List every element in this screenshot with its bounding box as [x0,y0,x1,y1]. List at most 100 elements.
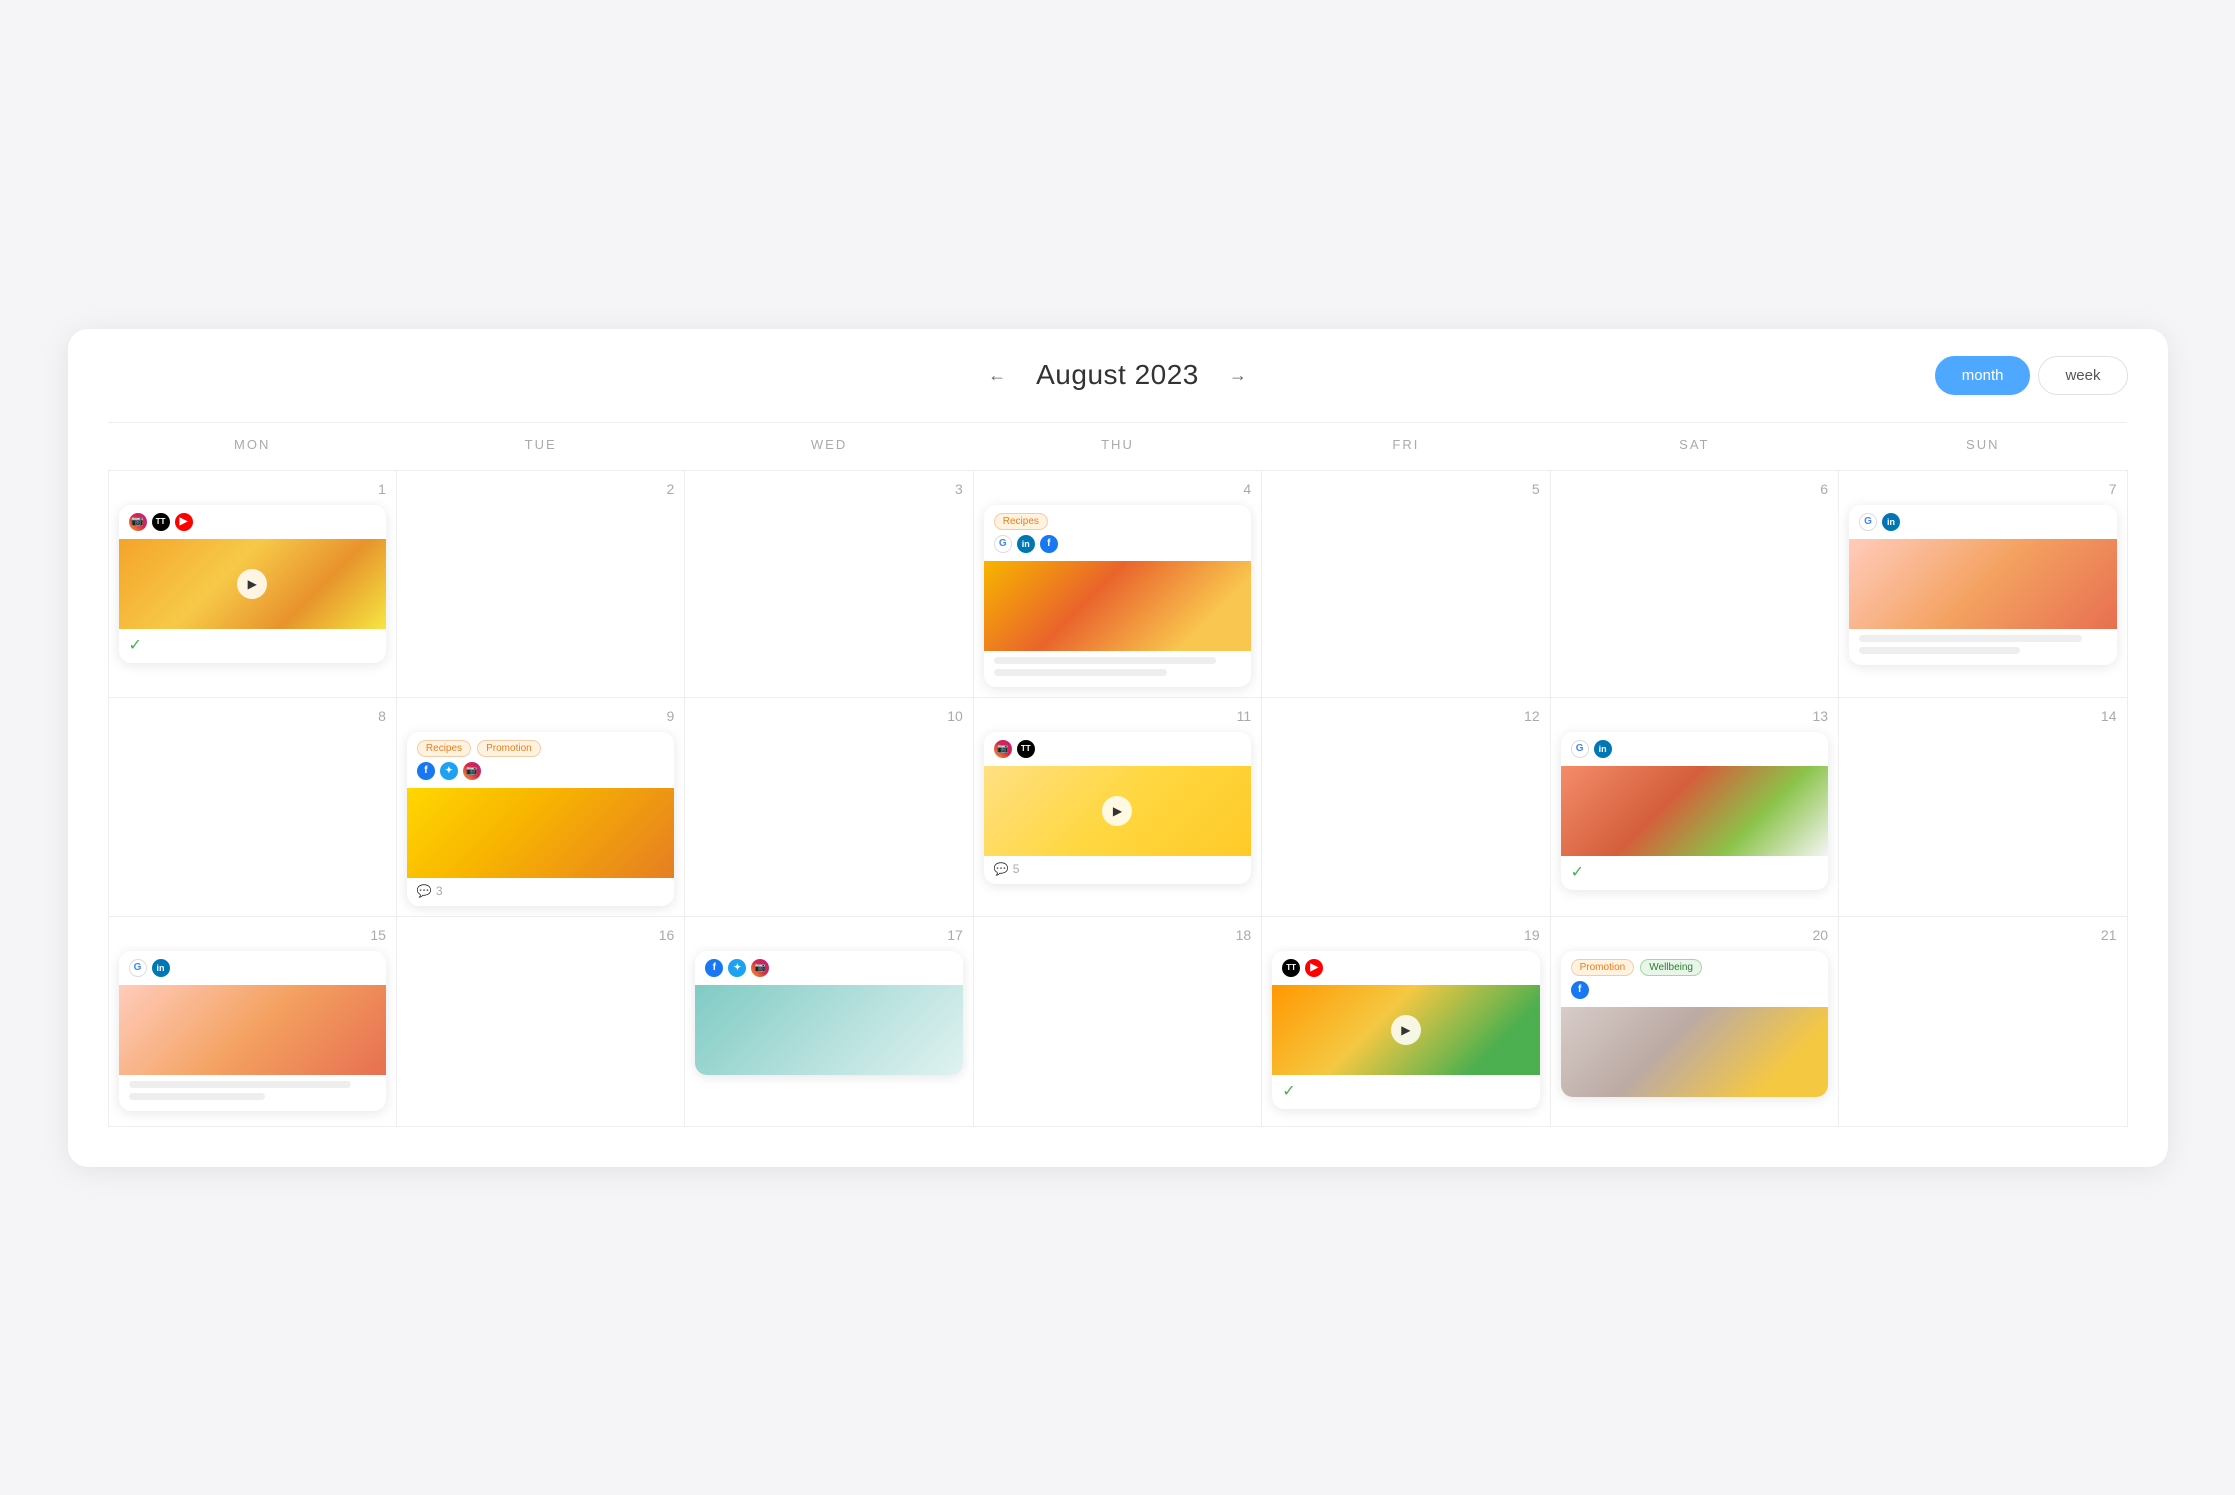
comment-icon-9: 💬 [417,884,432,898]
tiktok-icon: TT [152,513,170,531]
post-card-13[interactable]: G in ✓ [1561,732,1828,890]
post-image-13 [1561,766,1828,856]
post-card-4[interactable]: Recipes G in f [984,505,1251,687]
date-6: 6 [1561,481,1828,497]
day-header-sun: SUN [1839,422,2127,470]
date-1: 1 [119,481,386,497]
date-18: 18 [984,927,1251,943]
play-button-11[interactable]: ▶ [1102,796,1132,826]
post-image-wrapper-7 [1849,539,2116,629]
date-11: 11 [984,708,1251,724]
social-icons-13: G in [1571,740,1818,758]
tag-promotion-9: Promotion [477,740,541,757]
post-text-15 [119,1075,386,1111]
cell-aug11: 11 📷 TT ▶ 💬 [973,697,1261,916]
ig-icon-11: 📷 [994,740,1012,758]
post-image-wrapper-15 [119,985,386,1075]
social-icons-17: f ✦ 📷 [705,959,952,977]
cell-aug3: 3 [685,470,973,697]
li-icon-13: in [1594,740,1612,758]
post-card-15[interactable]: G in [119,951,386,1111]
social-icons-15: G in [129,959,376,977]
post-card-17[interactable]: f ✦ 📷 [695,951,962,1075]
post-card-7[interactable]: G in [1849,505,2116,665]
calendar-header: ← August 2023 → month week [108,359,2128,392]
post-image-20 [1561,1007,1828,1097]
month-view-button[interactable]: month [1935,356,2031,395]
tag-recipes-4: Recipes [994,513,1048,530]
post-image-wrapper-11: ▶ [984,766,1251,856]
cell-aug15: 15 G in [108,916,396,1126]
post-footer-9: 💬 3 [407,878,674,906]
post-card-11[interactable]: 📷 TT ▶ 💬 5 [984,732,1251,884]
comment-count-9: 3 [436,884,443,898]
fb-icon-20: f [1571,981,1589,999]
cell-aug10: 10 [685,697,973,916]
post-card-1[interactable]: 📷 TT ▶ ▶ ✓ [119,505,386,663]
tw-icon-9: ✦ [440,762,458,780]
date-13: 13 [1561,708,1828,724]
cell-aug4: 4 Recipes G in f [973,470,1261,697]
next-month-button[interactable]: → [1219,359,1257,392]
goog-icon-4: G [994,535,1012,553]
post-image-17 [695,985,962,1075]
post-card-9[interactable]: Recipes Promotion f ✦ 📷 [407,732,674,906]
post-footer-11: 💬 5 [984,856,1251,884]
post-image-wrapper-17 [695,985,962,1075]
week-view-button[interactable]: week [2038,356,2127,395]
tag-promotion-20: Promotion [1571,959,1635,976]
play-button-1[interactable]: ▶ [237,569,267,599]
date-8: 8 [119,708,386,724]
social-icons-1: 📷 TT ▶ [129,513,376,531]
post-image-7 [1849,539,2116,629]
post-footer-13: ✓ [1561,856,1828,890]
tiktok-icon-19: TT [1282,959,1300,977]
cell-aug7: 7 G in [1839,470,2127,697]
date-20: 20 [1561,927,1828,943]
fb-icon-4: f [1040,535,1058,553]
date-12: 12 [1272,708,1539,724]
tiktok-icon-11: TT [1017,740,1035,758]
date-17: 17 [695,927,962,943]
social-icons-9: f ✦ 📷 [417,762,664,780]
post-image-4 [984,561,1251,651]
date-14: 14 [1849,708,2116,724]
app-container: ← August 2023 → month week MON TUE WED T… [68,329,2168,1167]
date-10: 10 [695,708,962,724]
view-toggle: month week [1935,356,2128,395]
cell-aug2: 2 [396,470,684,697]
play-button-19[interactable]: ▶ [1391,1015,1421,1045]
check-icon-13: ✓ [1571,862,1584,882]
cell-aug21: 21 [1839,916,2127,1126]
cell-aug6: 6 [1550,470,1838,697]
check-icon-1: ✓ [129,635,142,655]
day-header-thu: THU [973,422,1261,470]
cell-aug14: 14 [1839,697,2127,916]
post-card-19[interactable]: TT ▶ ▶ ✓ [1272,951,1539,1109]
cell-aug17: 17 f ✦ 📷 [685,916,973,1126]
ig-icon: 📷 [129,513,147,531]
cell-aug8: 8 [108,697,396,916]
month-title: August 2023 [1036,359,1199,391]
yt-icon-19: ▶ [1305,959,1323,977]
calendar-grid: MON TUE WED THU FRI SAT SUN 1 📷 [108,422,2128,1127]
comment-count-11: 5 [1013,862,1020,876]
prev-month-button[interactable]: ← [978,359,1016,392]
post-card-20[interactable]: Promotion Wellbeing f [1561,951,1828,1097]
comment-icon-11: 💬 [994,862,1009,876]
fb-icon-9: f [417,762,435,780]
social-icons-11: 📷 TT [994,740,1241,758]
social-icons-19: TT ▶ [1282,959,1529,977]
tag-wellbeing-20: Wellbeing [1640,959,1702,976]
day-header-fri: FRI [1262,422,1550,470]
date-4: 4 [984,481,1251,497]
post-image-wrapper-13 [1561,766,1828,856]
date-5: 5 [1272,481,1539,497]
cell-aug12: 12 [1262,697,1550,916]
cell-aug1: 1 📷 TT ▶ ▶ [108,470,396,697]
cell-aug13: 13 G in ✓ [1550,697,1838,916]
post-text-7 [1849,629,2116,665]
yt-icon: ▶ [175,513,193,531]
date-3: 3 [695,481,962,497]
post-image-wrapper-19: ▶ [1272,985,1539,1075]
